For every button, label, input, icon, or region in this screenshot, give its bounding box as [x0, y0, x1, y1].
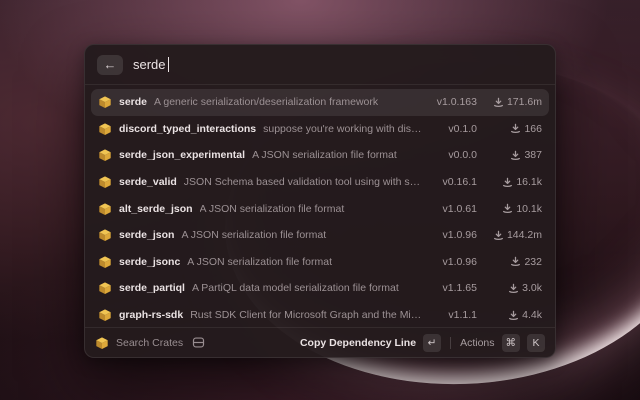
download-count: 232: [524, 256, 542, 268]
enter-keycap[interactable]: ↵: [423, 334, 441, 352]
result-row[interactable]: serde_json_experimental A JSON serializat…: [91, 142, 549, 169]
crate-version: v1.0.96: [433, 229, 477, 241]
launcher-window: ← serde serde A generic serialization/des…: [84, 44, 556, 358]
download-count: 144.2m: [507, 229, 542, 241]
crate-icon: [98, 95, 112, 109]
crate-name: discord_typed_interactions: [119, 123, 256, 135]
crate-icon: [98, 175, 112, 189]
download-count: 4.4k: [522, 309, 542, 321]
crate-icon: [98, 255, 112, 269]
download-count: 16.1k: [516, 176, 542, 188]
primary-action-label[interactable]: Copy Dependency Line: [300, 337, 416, 349]
disk-icon[interactable]: [192, 336, 205, 349]
k-keycap[interactable]: K: [527, 334, 545, 352]
download-count: 166: [524, 123, 542, 135]
download-icon: [493, 97, 504, 108]
crate-version: v1.1.1: [433, 309, 477, 321]
search-query-text: serde: [133, 57, 166, 72]
download-count: 387: [524, 149, 542, 161]
crate-description: A PartiQL data model serialization file …: [192, 282, 426, 294]
download-icon: [510, 256, 521, 267]
results-list: serde A generic serialization/deserializa…: [85, 85, 555, 327]
crate-name: alt_serde_json: [119, 203, 193, 215]
crate-downloads: 16.1k: [484, 176, 542, 188]
crate-version: v1.1.65: [433, 282, 477, 294]
crate-downloads: 10.1k: [484, 203, 542, 215]
crate-description: A JSON serialization file format: [187, 256, 426, 268]
footer-divider: [450, 337, 451, 349]
crate-downloads: 3.0k: [484, 282, 542, 294]
back-button[interactable]: ←: [97, 55, 123, 75]
crate-name: serde: [119, 96, 147, 108]
crate-downloads: 171.6m: [484, 96, 542, 108]
crate-description: A JSON serialization file format: [252, 149, 426, 161]
crate-downloads: 232: [484, 256, 542, 268]
crate-downloads: 387: [484, 149, 542, 161]
back-arrow-icon: ←: [104, 58, 117, 71]
search-bar: ← serde: [85, 45, 555, 85]
download-icon: [508, 283, 519, 294]
crate-version: v1.0.96: [433, 256, 477, 268]
extension-name: Search Crates: [116, 337, 183, 349]
crate-version: v1.0.163: [433, 96, 477, 108]
text-caret: [168, 57, 170, 72]
crate-downloads: 166: [484, 123, 542, 135]
crate-description: A JSON serialization file format: [181, 229, 426, 241]
result-row[interactable]: serde_json A JSON serialization file form…: [91, 222, 549, 249]
crate-version: v0.16.1: [433, 176, 477, 188]
crate-icon: [98, 308, 112, 322]
result-row[interactable]: serde_jsonc A JSON serialization file for…: [91, 249, 549, 276]
crate-downloads: 144.2m: [484, 229, 542, 241]
crate-description: A generic serialization/deserialization …: [154, 96, 426, 108]
crate-icon: [95, 336, 109, 350]
crate-version: v1.0.61: [433, 203, 477, 215]
download-icon: [502, 177, 513, 188]
download-icon: [510, 123, 521, 134]
result-row[interactable]: graph-rs-sdk Rust SDK Client for Microsof…: [91, 302, 549, 327]
crate-description: A JSON serialization file format: [200, 203, 426, 215]
crate-version: v0.1.0: [433, 123, 477, 135]
download-icon: [510, 150, 521, 161]
actions-button[interactable]: Actions: [460, 337, 494, 349]
crate-icon: [98, 122, 112, 136]
crate-name: serde_valid: [119, 176, 177, 188]
crate-name: serde_jsonc: [119, 256, 180, 268]
search-input[interactable]: serde: [133, 57, 169, 72]
crate-description: suppose you're working with discord slas…: [263, 123, 426, 135]
status-bar: Search Crates Copy Dependency Line ↵ Act…: [85, 327, 555, 357]
result-row[interactable]: serde_partiql A PartiQL data model serial…: [91, 275, 549, 302]
download-count: 3.0k: [522, 282, 542, 294]
crate-description: Rust SDK Client for Microsoft Graph and …: [190, 309, 426, 321]
crate-name: serde_json_experimental: [119, 149, 245, 161]
crate-name: graph-rs-sdk: [119, 309, 183, 321]
crate-downloads: 4.4k: [484, 309, 542, 321]
crate-icon: [98, 228, 112, 242]
crate-version: v0.0.0: [433, 149, 477, 161]
crate-name: serde_partiql: [119, 282, 185, 294]
result-row[interactable]: discord_typed_interactions suppose you're…: [91, 116, 549, 143]
download-icon: [508, 310, 519, 321]
crate-icon: [98, 202, 112, 216]
result-row[interactable]: alt_serde_json A JSON serialization file …: [91, 195, 549, 222]
result-row[interactable]: serde A generic serialization/deserializa…: [91, 89, 549, 116]
crate-icon: [98, 148, 112, 162]
crate-name: serde_json: [119, 229, 174, 241]
download-count: 10.1k: [516, 203, 542, 215]
result-row[interactable]: serde_valid JSON Schema based validation …: [91, 169, 549, 196]
download-icon: [493, 230, 504, 241]
cmd-keycap[interactable]: ⌘: [502, 334, 521, 352]
crate-description: JSON Schema based validation tool using …: [184, 176, 426, 188]
crate-icon: [98, 281, 112, 295]
download-icon: [502, 203, 513, 214]
download-count: 171.6m: [507, 96, 542, 108]
